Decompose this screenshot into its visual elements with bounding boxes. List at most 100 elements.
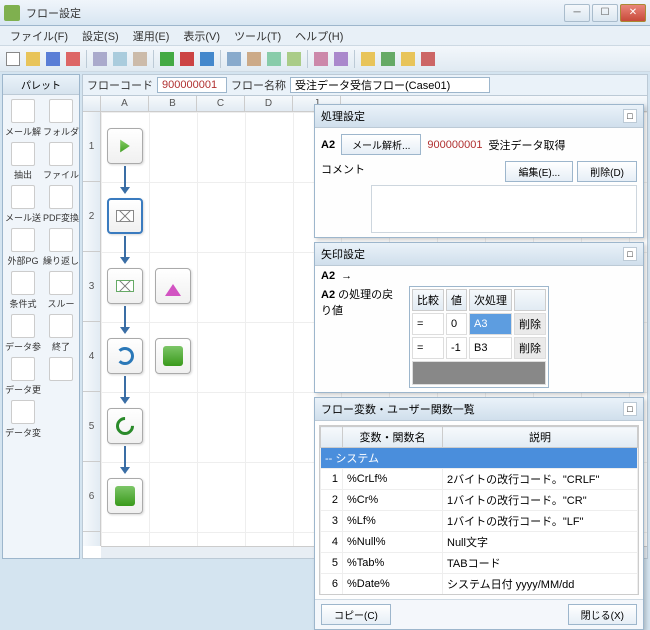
node-b3[interactable] — [155, 268, 191, 304]
palette-item[interactable]: PDF変換 — [43, 185, 79, 224]
row-head[interactable]: 5 — [83, 392, 100, 462]
cond-delete[interactable]: 削除 — [514, 313, 546, 335]
vars-table: 変数・関数名 説明 -- システム1%CrLf%2バイトの改行コード。"CRLF… — [320, 426, 638, 595]
delete-button[interactable]: 削除(D) — [577, 161, 637, 182]
node-a4[interactable] — [107, 338, 143, 374]
arrow-panel-title: 矢印設定 — [321, 246, 365, 262]
tb-misc2[interactable] — [245, 50, 263, 68]
proc-type-button[interactable]: メール解析... — [341, 134, 421, 155]
cond-row[interactable]: = 0 A3 削除 — [412, 313, 546, 335]
palette-item[interactable]: スルー — [43, 271, 79, 310]
palette-icon — [11, 228, 35, 252]
tb-step[interactable] — [198, 50, 216, 68]
palette-item[interactable]: データ参照 — [5, 314, 41, 353]
tb-copy[interactable] — [111, 50, 129, 68]
col-head[interactable]: D — [245, 96, 293, 111]
vars-panel-title: フロー変数・ユーザー関数一覧 — [321, 401, 475, 417]
var-row[interactable]: 1%CrLf%2バイトの改行コード。"CRLF" — [321, 469, 638, 490]
menu-file[interactable]: ファイル(F) — [4, 26, 74, 46]
code-input[interactable] — [157, 77, 227, 93]
tb-misc6[interactable] — [332, 50, 350, 68]
flow-header: フローコード フロー名称 — [82, 74, 648, 96]
tb-misc9[interactable] — [399, 50, 417, 68]
tb-stop[interactable] — [178, 50, 196, 68]
palette-item[interactable]: 条件式 — [5, 271, 41, 310]
tb-new[interactable] — [4, 50, 22, 68]
minimize-button[interactable]: ─ — [564, 4, 590, 22]
tb-misc5[interactable] — [312, 50, 330, 68]
palette-item[interactable]: フォルダ参照 — [43, 99, 79, 138]
processing-panel-close[interactable]: □ — [623, 109, 637, 123]
tb-misc7[interactable] — [359, 50, 377, 68]
menu-operation[interactable]: 運用(E) — [127, 26, 176, 46]
tb-delete[interactable] — [64, 50, 82, 68]
node-b4[interactable] — [155, 338, 191, 374]
row-head[interactable]: 1 — [83, 112, 100, 182]
var-row[interactable]: 3%Lf%1バイトの改行コード。"LF" — [321, 511, 638, 532]
app-icon — [4, 5, 20, 21]
var-row[interactable]: 6%Date%システム日付 yyyy/MM/dd — [321, 574, 638, 595]
menu-tools[interactable]: ツール(T) — [228, 26, 287, 46]
close-button[interactable]: ✕ — [620, 4, 646, 22]
var-row[interactable]: 5%Tab%TABコード — [321, 553, 638, 574]
tb-save[interactable] — [44, 50, 62, 68]
code-label: フローコード — [87, 77, 153, 93]
proc-name: 受注データ取得 — [488, 137, 565, 153]
palette-item[interactable]: メール送信 — [5, 185, 41, 224]
node-a3[interactable] — [107, 268, 143, 304]
palette-item[interactable]: 抽出 — [5, 142, 41, 181]
edit-button[interactable]: 編集(E)... — [505, 161, 573, 182]
row-head[interactable]: 6 — [83, 462, 100, 532]
palette-item[interactable]: 繰り返し — [43, 228, 79, 267]
palette-label: 繰り返し — [43, 254, 79, 267]
panel-close-button[interactable]: 閉じる(X) — [568, 604, 637, 625]
palette-item[interactable]: メール解析 — [5, 99, 41, 138]
palette-label: フォルダ参照 — [43, 125, 79, 138]
palette-item[interactable] — [43, 357, 79, 396]
node-a6[interactable] — [107, 478, 143, 514]
row-head[interactable]: 3 — [83, 252, 100, 322]
menu-help[interactable]: ヘルプ(H) — [289, 26, 349, 46]
row-head[interactable]: 4 — [83, 322, 100, 392]
palette-label: 外部PG — [7, 254, 38, 267]
tb-run[interactable] — [158, 50, 176, 68]
menu-view[interactable]: 表示(V) — [177, 26, 226, 46]
palette-icon — [49, 99, 73, 123]
palette: パレット メール解析フォルダ参照抽出ファイル操作メール送信PDF変換外部PG繰り… — [2, 74, 80, 559]
palette-item[interactable]: ファイル操作 — [43, 142, 79, 181]
tb-misc3[interactable] — [265, 50, 283, 68]
tb-open[interactable] — [24, 50, 42, 68]
palette-icon — [11, 142, 35, 166]
node-start[interactable] — [107, 128, 143, 164]
node-a5[interactable] — [107, 408, 143, 444]
tb-misc4[interactable] — [285, 50, 303, 68]
palette-item[interactable]: データ更新 — [5, 357, 41, 396]
var-row[interactable]: 7%DateNum%システム日付 yyyyMMdd — [321, 595, 638, 596]
menu-settings[interactable]: 設定(S) — [76, 26, 125, 46]
name-input[interactable] — [290, 77, 490, 93]
col-head[interactable]: A — [101, 96, 149, 111]
palette-label: 終了 — [52, 340, 70, 353]
tb-misc8[interactable] — [379, 50, 397, 68]
palette-item[interactable]: 外部PG — [5, 228, 41, 267]
comment-area[interactable] — [371, 185, 637, 233]
vars-panel-close[interactable]: □ — [623, 402, 637, 416]
tb-cut[interactable] — [91, 50, 109, 68]
copy-button[interactable]: コピー(C) — [321, 604, 391, 625]
var-row[interactable]: 4%Null%Null文字 — [321, 532, 638, 553]
row-head[interactable]: 2 — [83, 182, 100, 252]
maximize-button[interactable]: ☐ — [592, 4, 618, 22]
cond-row[interactable]: = -1 B3 削除 — [412, 337, 546, 359]
col-head[interactable]: C — [197, 96, 245, 111]
tb-exit[interactable] — [419, 50, 437, 68]
palette-label: メール解析 — [5, 125, 41, 138]
cond-delete[interactable]: 削除 — [514, 337, 546, 359]
tb-paste[interactable] — [131, 50, 149, 68]
tb-misc1[interactable] — [225, 50, 243, 68]
col-head[interactable]: B — [149, 96, 197, 111]
node-mail-parse[interactable] — [107, 198, 143, 234]
palette-item[interactable]: 終了 — [43, 314, 79, 353]
arrow-panel-close[interactable]: □ — [623, 247, 637, 261]
var-row[interactable]: 2%Cr%1バイトの改行コード。"CR" — [321, 490, 638, 511]
palette-item[interactable]: データ変換 — [5, 400, 41, 439]
